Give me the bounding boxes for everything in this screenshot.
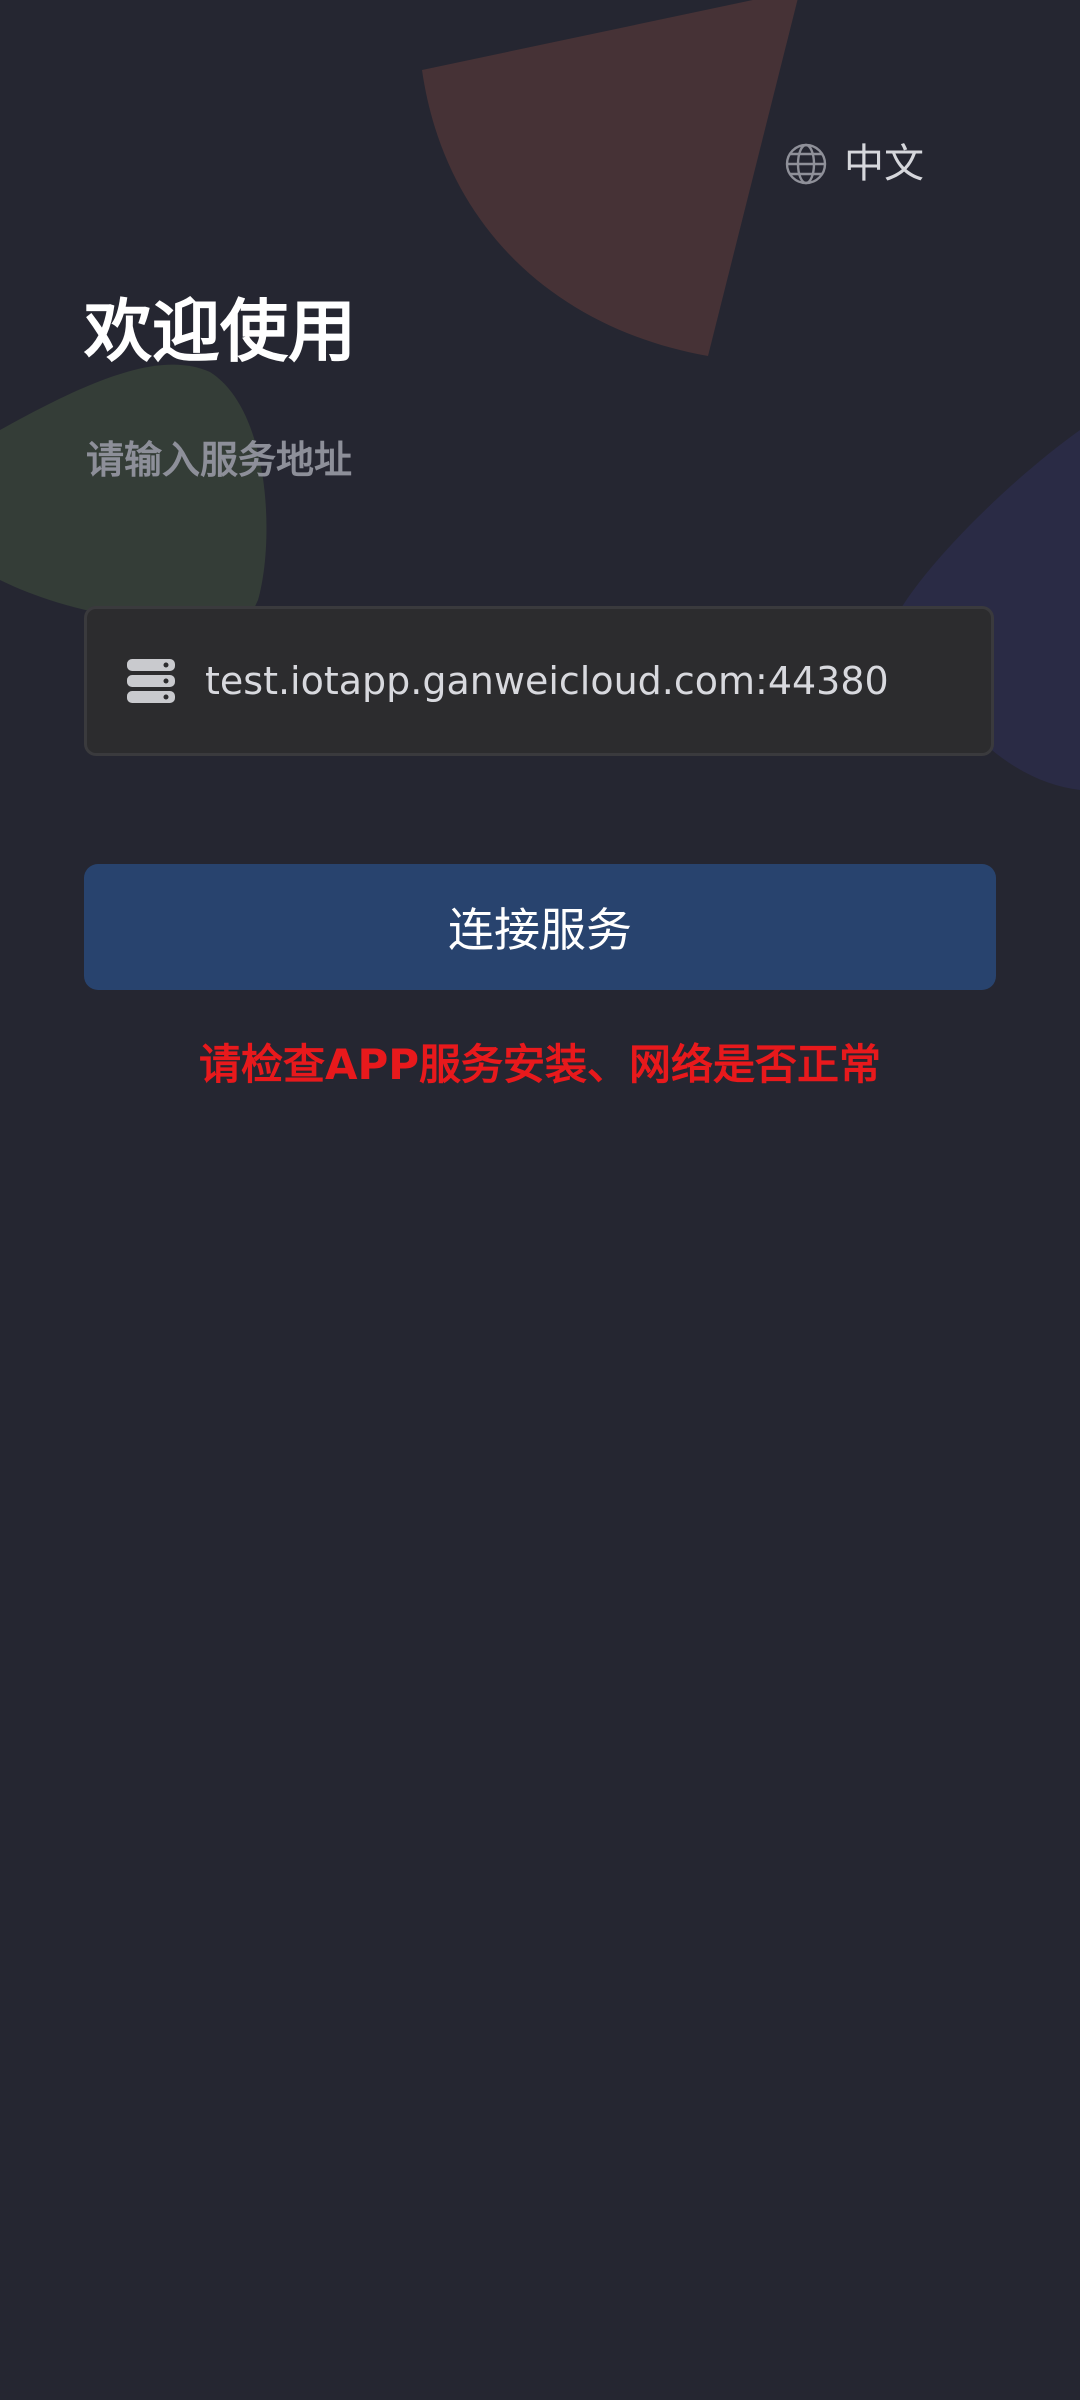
globe-icon [785, 143, 827, 185]
server-address-field[interactable] [84, 606, 994, 756]
error-message: 请检查APP服务安装、网络是否正常 [198, 1040, 882, 1089]
server-address-input[interactable] [205, 659, 967, 703]
server-icon [127, 659, 175, 703]
page-title: 欢迎使用 [84, 293, 357, 372]
decor-green-shape [0, 364, 267, 628]
decor-red-shape [422, 0, 798, 356]
page-subtitle: 请输入服务地址 [86, 438, 353, 482]
connect-button[interactable]: 连接服务 [84, 864, 996, 990]
server-setup-screen: 中文 欢迎使用 请输入服务地址 连接服务 请检查APP服务安装、网络是否正常 [0, 0, 1080, 2400]
language-label: 中文 [844, 141, 924, 187]
language-switch[interactable]: 中文 [784, 132, 924, 196]
